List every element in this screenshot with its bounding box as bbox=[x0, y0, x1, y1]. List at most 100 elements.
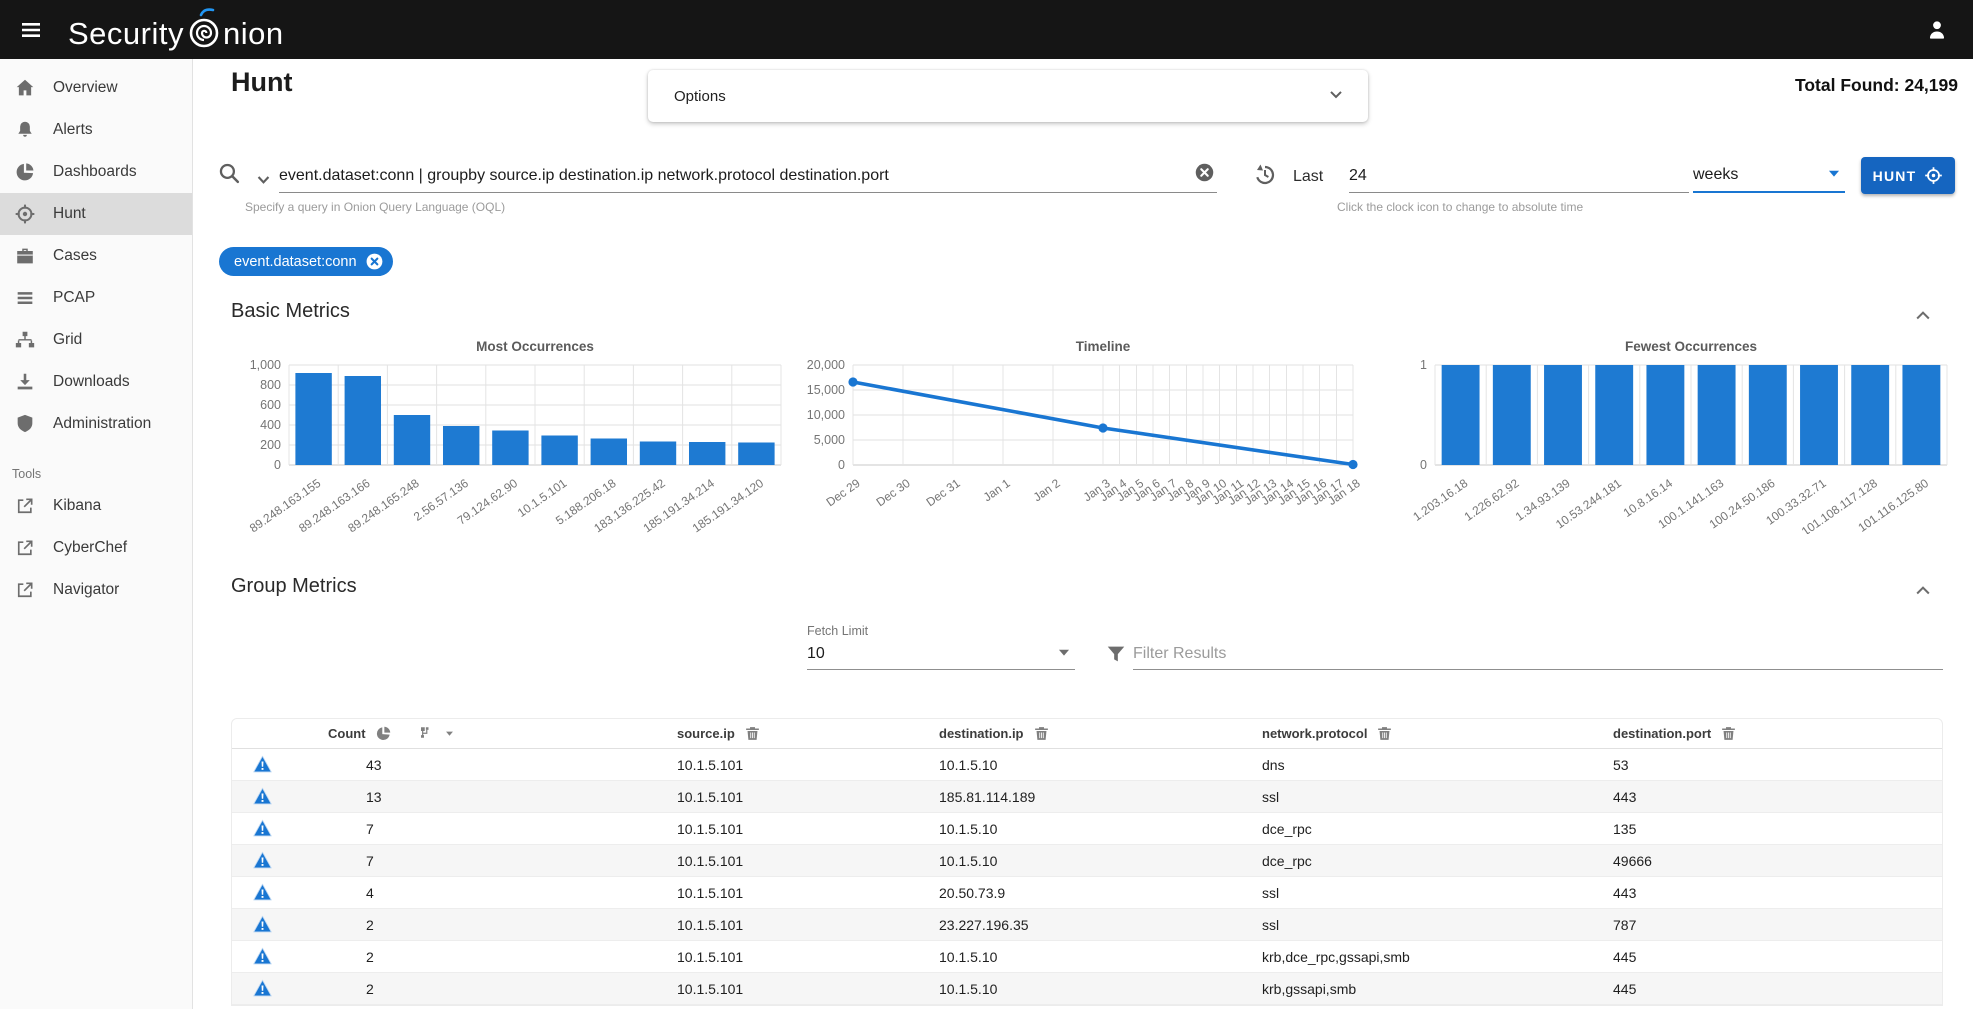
filter-chip[interactable]: event.dataset:conn bbox=[219, 247, 393, 276]
query-input[interactable] bbox=[279, 167, 1188, 185]
home-icon bbox=[13, 77, 37, 99]
warning-triangle-icon[interactable] bbox=[252, 978, 273, 999]
cell-source.ip: 10.1.5.101 bbox=[677, 821, 939, 837]
sidebar-item-alerts[interactable]: Alerts bbox=[0, 109, 192, 151]
warning-triangle-icon[interactable] bbox=[252, 786, 273, 807]
column-label: destination.port bbox=[1613, 726, 1711, 741]
column-label: destination.ip bbox=[939, 726, 1024, 741]
warning-triangle-icon[interactable] bbox=[252, 850, 273, 871]
table-row[interactable]: 210.1.5.10123.227.196.35ssl787 bbox=[232, 909, 1942, 941]
sidebar-item-downloads[interactable]: Downloads bbox=[0, 361, 192, 403]
svg-text:800: 800 bbox=[260, 378, 281, 392]
group-flow-icon[interactable] bbox=[415, 725, 433, 743]
hamburger-menu-icon[interactable] bbox=[8, 7, 54, 53]
warning-triangle-icon[interactable] bbox=[252, 754, 273, 775]
chip-close-icon[interactable] bbox=[365, 252, 384, 271]
sidebar-tool-navigator[interactable]: Navigator bbox=[0, 569, 192, 611]
filter-results-input[interactable] bbox=[1133, 639, 1943, 669]
sidebar-tool-cyberchef[interactable]: CyberChef bbox=[0, 527, 192, 569]
table-row[interactable]: 1310.1.5.101185.81.114.189ssl443 bbox=[232, 781, 1942, 813]
sidebar-item-label: Dashboards bbox=[53, 163, 137, 181]
column-header-count[interactable]: Count bbox=[232, 725, 677, 743]
cell-network.protocol: krb,dce_rpc,gssapi,smb bbox=[1262, 949, 1613, 965]
column-label: network.protocol bbox=[1262, 726, 1367, 741]
svg-text:1.203.16.18: 1.203.16.18 bbox=[1410, 476, 1470, 524]
column-header-destination.ip[interactable]: destination.ip bbox=[939, 725, 1262, 742]
download-icon bbox=[13, 371, 37, 393]
cell-destination.ip: 10.1.5.10 bbox=[939, 821, 1262, 837]
options-dropdown[interactable]: Options bbox=[648, 70, 1368, 122]
trash-icon[interactable] bbox=[1376, 725, 1393, 742]
svg-text:1.226.62.92: 1.226.62.92 bbox=[1462, 476, 1522, 524]
relative-time-history-icon[interactable] bbox=[1253, 162, 1277, 191]
list-icon bbox=[13, 287, 37, 309]
svg-text:Fewest Occurrences: Fewest Occurrences bbox=[1625, 339, 1757, 354]
query-history-chevron-icon[interactable] bbox=[255, 171, 272, 193]
cell-destination.port: 53 bbox=[1613, 757, 1942, 773]
table-row[interactable]: 210.1.5.10110.1.5.10krb,dce_rpc,gssapi,s… bbox=[232, 941, 1942, 973]
sidebar-item-dashboards[interactable]: Dashboards bbox=[0, 151, 192, 193]
cell-count: 2 bbox=[366, 981, 677, 997]
cell-network.protocol: ssl bbox=[1262, 917, 1613, 933]
sidebar-item-label: Administration bbox=[53, 415, 151, 433]
sidebar-tools-items: Kibana CyberChef Navigator bbox=[0, 485, 192, 611]
trash-icon[interactable] bbox=[1720, 725, 1737, 742]
sidebar-item-pcap[interactable]: PCAP bbox=[0, 277, 192, 319]
cell-network.protocol: krb,gssapi,smb bbox=[1262, 981, 1613, 997]
bell-icon bbox=[13, 119, 37, 141]
table-row[interactable]: 4310.1.5.10110.1.5.10dns53 bbox=[232, 749, 1942, 781]
svg-text:Most Occurrences: Most Occurrences bbox=[476, 339, 594, 354]
column-label: Count bbox=[328, 726, 366, 741]
clear-query-icon[interactable] bbox=[1194, 162, 1215, 188]
trash-icon[interactable] bbox=[1033, 725, 1050, 742]
column-header-source.ip[interactable]: source.ip bbox=[677, 725, 939, 742]
svg-text:15,000: 15,000 bbox=[807, 383, 845, 397]
cell-destination.ip: 10.1.5.10 bbox=[939, 949, 1262, 965]
sidebar-item-grid[interactable]: Grid bbox=[0, 319, 192, 361]
cell-source.ip: 10.1.5.101 bbox=[677, 789, 939, 805]
table-row[interactable]: 710.1.5.10110.1.5.10dce_rpc135 bbox=[232, 813, 1942, 845]
table-row[interactable]: 410.1.5.10120.50.73.9ssl443 bbox=[232, 877, 1942, 909]
fetch-limit-select[interactable]: 10 bbox=[807, 639, 1075, 670]
sidebar-tool-kibana[interactable]: Kibana bbox=[0, 485, 192, 527]
sidebar-item-overview[interactable]: Overview bbox=[0, 67, 192, 109]
table-header-row: Count source.ip destination.ip network.prot… bbox=[232, 719, 1942, 749]
cell-destination.port: 787 bbox=[1613, 917, 1942, 933]
warning-triangle-icon[interactable] bbox=[252, 882, 273, 903]
column-header-destination.port[interactable]: destination.port bbox=[1613, 725, 1942, 742]
sidebar-tool-label: CyberChef bbox=[53, 539, 127, 557]
svg-text:0: 0 bbox=[274, 458, 281, 472]
warning-triangle-icon[interactable] bbox=[252, 818, 273, 839]
warning-triangle-icon[interactable] bbox=[252, 946, 273, 967]
column-header-network.protocol[interactable]: network.protocol bbox=[1262, 725, 1613, 742]
column-label: source.ip bbox=[677, 726, 735, 741]
warning-triangle-icon[interactable] bbox=[252, 914, 273, 935]
time-unit-select[interactable]: weeks bbox=[1693, 159, 1845, 193]
svg-text:1: 1 bbox=[1420, 358, 1427, 372]
svg-text:Jan 1: Jan 1 bbox=[981, 476, 1013, 504]
cell-network.protocol: ssl bbox=[1262, 789, 1613, 805]
hunt-button[interactable]: HUNT bbox=[1861, 157, 1955, 194]
table-row[interactable]: 710.1.5.10110.1.5.10dce_rpc49666 bbox=[232, 845, 1942, 877]
cell-destination.ip: 10.1.5.10 bbox=[939, 981, 1262, 997]
brand-text-prefix: Security bbox=[68, 16, 184, 52]
user-account-icon[interactable] bbox=[1917, 10, 1957, 50]
caret-down-icon[interactable] bbox=[442, 726, 457, 741]
app-bar: Security nion bbox=[0, 0, 1973, 59]
duration-input[interactable] bbox=[1349, 159, 1689, 192]
group-metrics-collapse-icon[interactable] bbox=[1913, 581, 1933, 606]
chevron-down-icon bbox=[1326, 84, 1346, 109]
cell-destination.ip: 23.227.196.35 bbox=[939, 917, 1262, 933]
basic-metrics-collapse-icon[interactable] bbox=[1913, 306, 1933, 331]
cell-source.ip: 10.1.5.101 bbox=[677, 981, 939, 997]
sidebar-item-cases[interactable]: Cases bbox=[0, 235, 192, 277]
sidebar-item-hunt[interactable]: Hunt bbox=[0, 193, 192, 235]
svg-text:400: 400 bbox=[260, 418, 281, 432]
pie-chart-toggle-icon[interactable] bbox=[375, 725, 392, 742]
svg-text:10,000: 10,000 bbox=[807, 408, 845, 422]
trash-icon[interactable] bbox=[744, 725, 761, 742]
table-row[interactable]: 210.1.5.10110.1.5.10krb,gssapi,smb445 bbox=[232, 973, 1942, 1005]
fewest-occurrences-chart: Fewest Occurrences011.203.16.181.226.62.… bbox=[1387, 329, 1957, 534]
sidebar-item-label: Hunt bbox=[53, 205, 86, 223]
sidebar-item-administration[interactable]: Administration bbox=[0, 403, 192, 445]
